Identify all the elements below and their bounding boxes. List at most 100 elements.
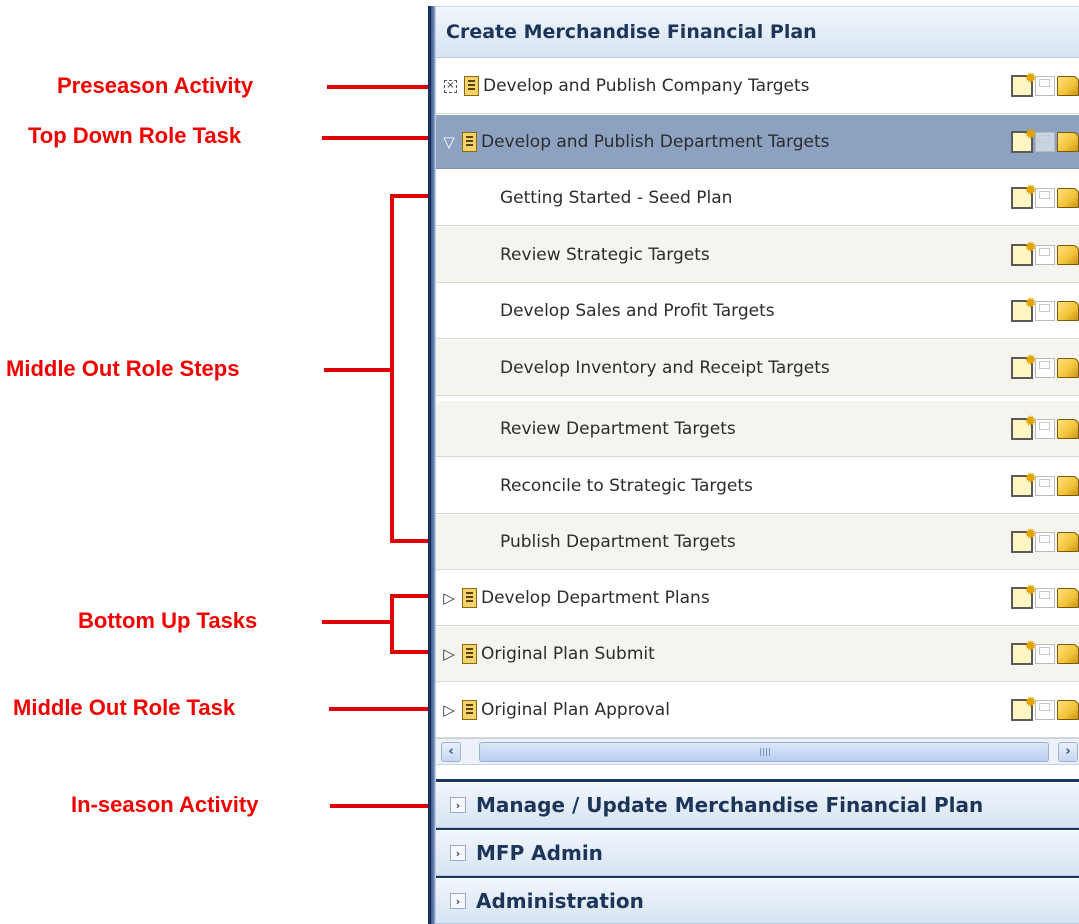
step-row-publish-department-targets[interactable]: Publish Department Targets bbox=[436, 515, 1079, 570]
task-row-develop-department-plans[interactable]: ▷ Develop Department Plans bbox=[436, 571, 1079, 626]
open-workbook-icon[interactable] bbox=[1057, 357, 1079, 378]
step-row-review-department-targets[interactable]: Review Department Targets bbox=[436, 401, 1079, 457]
annotation-connector bbox=[330, 804, 434, 808]
row-actions bbox=[1011, 59, 1079, 113]
save-icon[interactable] bbox=[1035, 76, 1055, 96]
new-workbook-icon[interactable] bbox=[1011, 125, 1037, 153]
save-icon[interactable] bbox=[1035, 644, 1055, 664]
new-workbook-icon[interactable] bbox=[1011, 469, 1037, 497]
open-workbook-icon[interactable] bbox=[1057, 475, 1079, 496]
annotation-bottom-up-tasks: Bottom Up Tasks bbox=[78, 608, 258, 633]
panel-title: Create Merchandise Financial Plan bbox=[446, 21, 817, 43]
scroll-right-button[interactable]: › bbox=[1058, 742, 1078, 762]
open-workbook-icon[interactable] bbox=[1057, 418, 1079, 439]
section-title: Administration bbox=[476, 889, 644, 913]
open-workbook-icon[interactable] bbox=[1057, 301, 1079, 321]
task-icon bbox=[462, 131, 477, 152]
panel-border bbox=[428, 6, 436, 924]
step-label: Review Department Targets bbox=[500, 418, 736, 439]
expanded-triangle-icon[interactable]: ▽ bbox=[436, 133, 462, 151]
panel-header[interactable]: Create Merchandise Financial Plan bbox=[436, 6, 1079, 58]
section-mfp-admin[interactable]: › MFP Admin bbox=[436, 830, 1079, 876]
open-workbook-icon[interactable] bbox=[1057, 588, 1079, 608]
new-workbook-icon[interactable] bbox=[1011, 294, 1037, 322]
step-label: Publish Department Targets bbox=[500, 532, 736, 552]
section-administration[interactable]: › Administration bbox=[436, 878, 1079, 924]
activity-expander-icon[interactable]: × bbox=[444, 79, 457, 93]
save-icon[interactable] bbox=[1035, 131, 1055, 152]
collapsed-triangle-icon[interactable]: ▷ bbox=[436, 589, 462, 607]
annotation-bracket bbox=[390, 194, 394, 543]
open-workbook-icon[interactable] bbox=[1057, 644, 1079, 664]
new-workbook-icon[interactable] bbox=[1011, 637, 1037, 665]
scrollbar-thumb[interactable] bbox=[479, 742, 1049, 762]
save-icon[interactable] bbox=[1035, 418, 1055, 439]
task-row-develop-and-publish-company-targets[interactable]: × Develop and Publish Company Targets bbox=[436, 59, 1079, 114]
row-actions bbox=[1011, 627, 1079, 681]
annotation-connector bbox=[329, 707, 434, 711]
annotation-connector bbox=[322, 620, 392, 624]
step-label: Reconcile to Strategic Targets bbox=[500, 475, 753, 496]
new-workbook-icon[interactable] bbox=[1011, 69, 1037, 97]
step-label: Review Strategic Targets bbox=[500, 244, 710, 265]
chevron-right-icon: › bbox=[450, 797, 466, 813]
open-workbook-icon[interactable] bbox=[1057, 131, 1079, 152]
annotation-bracket bbox=[390, 594, 394, 653]
save-icon[interactable] bbox=[1035, 244, 1055, 265]
open-workbook-icon[interactable] bbox=[1057, 532, 1079, 552]
row-actions bbox=[1011, 458, 1079, 513]
scroll-left-button[interactable]: ‹ bbox=[441, 742, 461, 762]
new-workbook-icon[interactable] bbox=[1011, 525, 1037, 553]
save-icon[interactable] bbox=[1035, 357, 1055, 378]
step-row-develop-inventory-and-receipt-targets[interactable]: Develop Inventory and Receipt Targets bbox=[436, 340, 1079, 396]
new-workbook-icon[interactable] bbox=[1011, 351, 1037, 379]
task-label: Develop and Publish Company Targets bbox=[483, 76, 810, 96]
section-title: Manage / Update Merchandise Financial Pl… bbox=[476, 793, 984, 817]
save-icon[interactable] bbox=[1035, 475, 1055, 496]
task-label: Develop Department Plans bbox=[481, 588, 710, 608]
step-row-develop-sales-and-profit-targets[interactable]: Develop Sales and Profit Targets bbox=[436, 284, 1079, 339]
task-icon bbox=[462, 644, 477, 664]
open-workbook-icon[interactable] bbox=[1057, 76, 1079, 96]
open-workbook-icon[interactable] bbox=[1057, 244, 1079, 265]
save-icon[interactable] bbox=[1035, 700, 1055, 720]
step-label: Develop Sales and Profit Targets bbox=[500, 301, 775, 321]
save-icon[interactable] bbox=[1035, 187, 1055, 208]
collapsed-triangle-icon[interactable]: ▷ bbox=[436, 645, 462, 663]
section-manage-update-merchandise-financial-plan[interactable]: › Manage / Update Merchandise Financial … bbox=[436, 782, 1079, 828]
new-workbook-icon[interactable] bbox=[1011, 238, 1037, 266]
open-workbook-icon[interactable] bbox=[1057, 700, 1079, 720]
row-actions bbox=[1011, 683, 1079, 737]
open-workbook-icon[interactable] bbox=[1057, 187, 1079, 208]
row-actions bbox=[1011, 340, 1079, 395]
task-row-develop-and-publish-department-targets[interactable]: ▽ Develop and Publish Department Targets bbox=[436, 115, 1079, 169]
save-icon[interactable] bbox=[1035, 532, 1055, 552]
new-workbook-icon[interactable] bbox=[1011, 581, 1037, 609]
row-actions bbox=[1011, 515, 1079, 569]
new-workbook-icon[interactable] bbox=[1011, 412, 1037, 440]
collapsed-triangle-icon[interactable]: ▷ bbox=[436, 701, 462, 719]
step-label: Getting Started - Seed Plan bbox=[500, 187, 733, 208]
task-icon bbox=[462, 700, 477, 720]
annotation-in-season-activity: In-season Activity bbox=[71, 792, 259, 817]
save-icon[interactable] bbox=[1035, 588, 1055, 608]
step-label: Develop Inventory and Receipt Targets bbox=[500, 357, 830, 378]
task-label: Develop and Publish Department Targets bbox=[481, 131, 830, 152]
task-row-original-plan-submit[interactable]: ▷ Original Plan Submit bbox=[436, 627, 1079, 682]
row-actions bbox=[1011, 227, 1079, 282]
task-label: Original Plan Submit bbox=[481, 644, 655, 664]
annotation-middle-out-role-steps: Middle Out Role Steps bbox=[6, 356, 240, 381]
row-actions bbox=[1011, 170, 1079, 225]
annotation-connector bbox=[327, 85, 434, 89]
new-workbook-icon[interactable] bbox=[1011, 693, 1037, 721]
save-icon[interactable] bbox=[1035, 301, 1055, 321]
new-workbook-icon[interactable] bbox=[1011, 181, 1037, 209]
step-row-getting-started-seed-plan[interactable]: Getting Started - Seed Plan bbox=[436, 170, 1079, 226]
row-actions bbox=[1011, 571, 1079, 625]
step-row-reconcile-to-strategic-targets[interactable]: Reconcile to Strategic Targets bbox=[436, 458, 1079, 514]
step-row-review-strategic-targets[interactable]: Review Strategic Targets bbox=[436, 227, 1079, 283]
task-row-original-plan-approval[interactable]: ▷ Original Plan Approval bbox=[436, 683, 1079, 738]
horizontal-scrollbar[interactable]: ‹ › bbox=[436, 738, 1079, 765]
annotation-middle-out-role-task: Middle Out Role Task bbox=[13, 695, 236, 720]
row-actions bbox=[1011, 284, 1079, 338]
